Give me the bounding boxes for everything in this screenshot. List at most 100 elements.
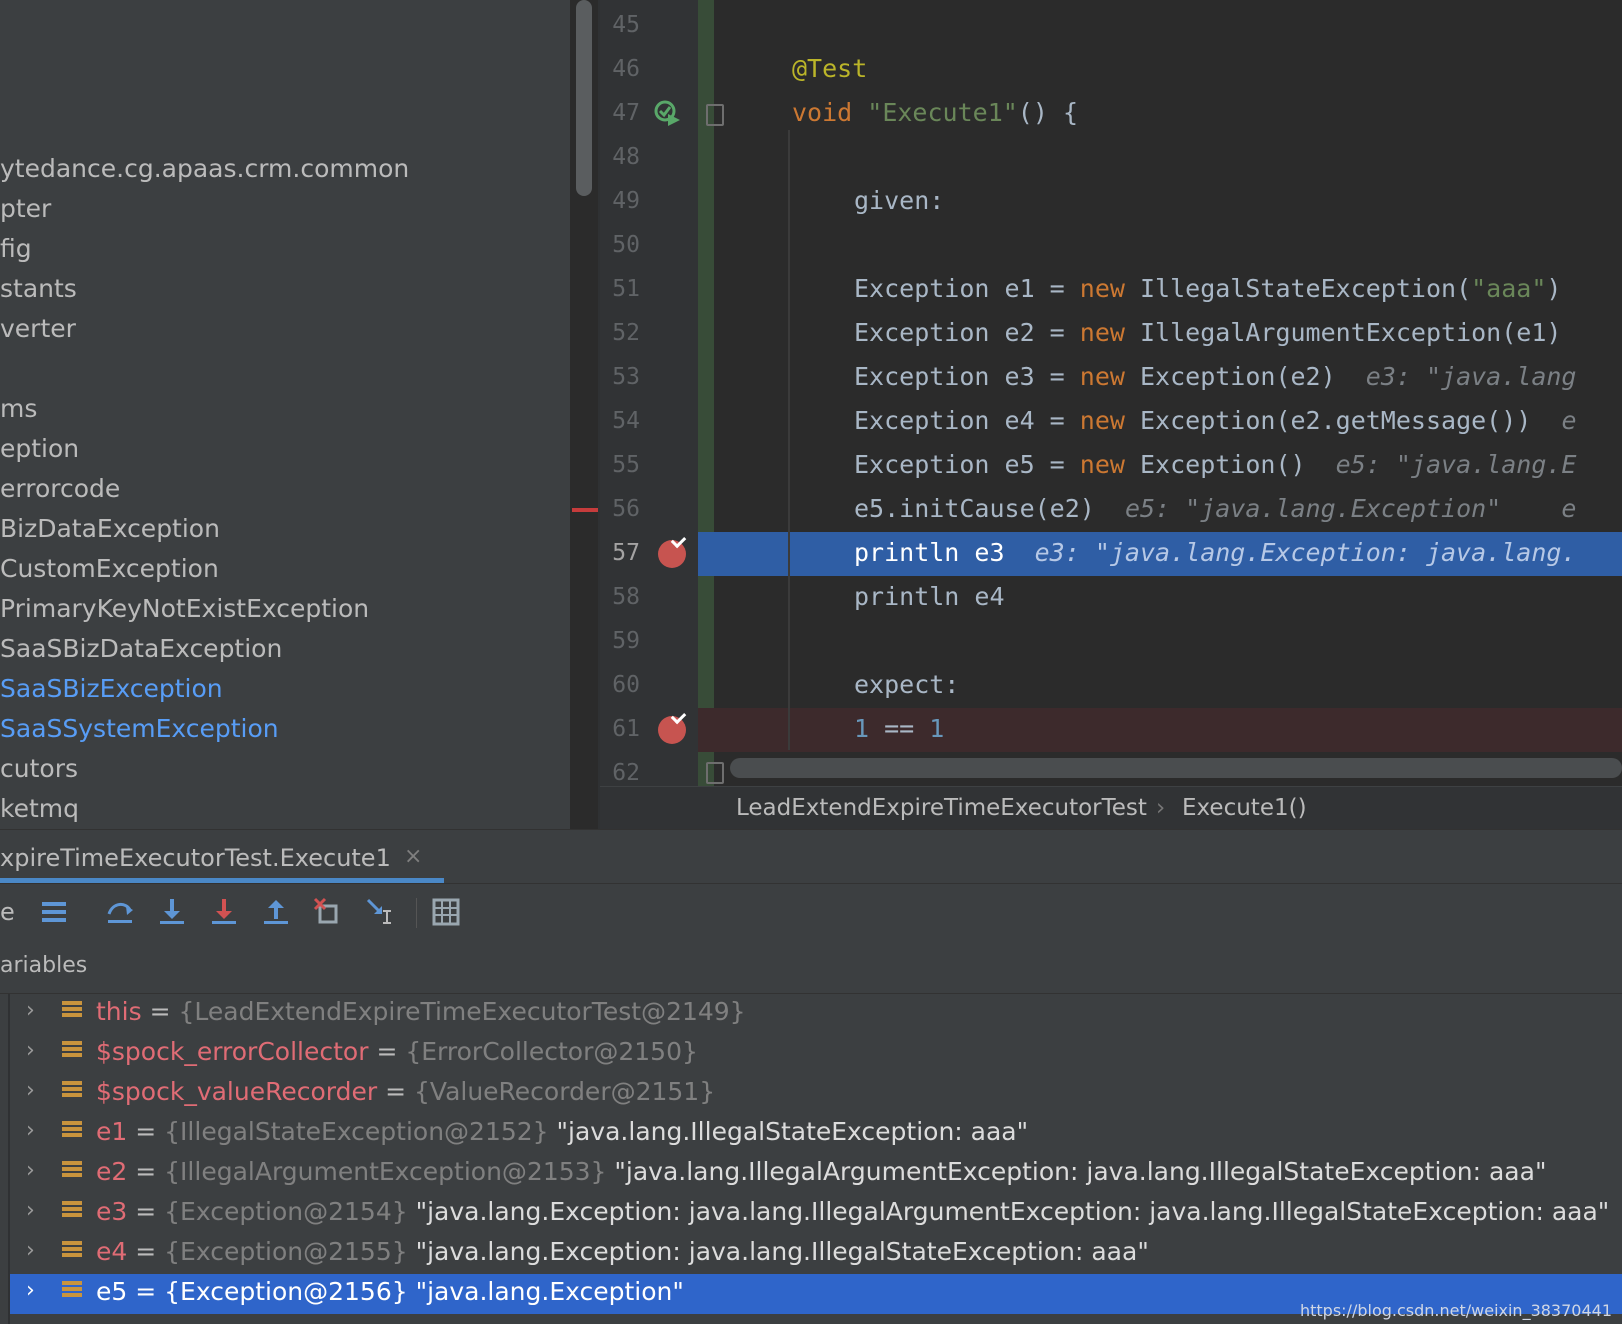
field-icon bbox=[62, 1081, 82, 1103]
chevron-right-icon[interactable]: › bbox=[26, 998, 35, 1023]
line-number[interactable]: 56 bbox=[600, 496, 640, 522]
line-number[interactable]: 48 bbox=[600, 144, 640, 170]
tree-item-package-root[interactable]: ytedance.cg.apaas.crm.common bbox=[0, 154, 409, 183]
error-stripe-marker[interactable] bbox=[572, 508, 598, 512]
variable-row[interactable]: › $spock_valueRecorder = {ValueRecorder@… bbox=[10, 1074, 1622, 1114]
line-number[interactable]: 50 bbox=[600, 232, 640, 258]
chevron-right-icon[interactable]: › bbox=[26, 1118, 35, 1143]
line-number[interactable]: 52 bbox=[600, 320, 640, 346]
code-line-55[interactable]: Exception e5 = new Exception() e5: "java… bbox=[854, 450, 1576, 479]
line-number[interactable]: 53 bbox=[600, 364, 640, 390]
variable-row[interactable]: › e4 = {Exception@2155} "java.lang.Excep… bbox=[10, 1234, 1622, 1274]
fold-icon[interactable] bbox=[706, 762, 724, 784]
breakpoint-icon[interactable] bbox=[658, 540, 686, 568]
tree-item-adapter[interactable]: pter bbox=[0, 194, 51, 223]
code-line-54[interactable]: Exception e4 = new Exception(e2.getMessa… bbox=[854, 406, 1577, 435]
tree-item-config[interactable]: fig bbox=[0, 234, 32, 263]
code-editor[interactable]: 45 46 47 48 49 50 51 52 53 54 55 56 57 5… bbox=[600, 0, 1622, 786]
variable-type: {Exception@2155} bbox=[164, 1237, 408, 1266]
tree-item-executors[interactable]: cutors bbox=[0, 754, 78, 783]
editor-horizontal-scrollbar[interactable] bbox=[730, 758, 1622, 778]
chevron-right-icon[interactable]: › bbox=[26, 1078, 35, 1103]
line-number[interactable]: 49 bbox=[600, 188, 640, 214]
code-line-56[interactable]: e5.initCause(e2) e5: "java.lang.Exceptio… bbox=[854, 494, 1576, 523]
line-number[interactable]: 51 bbox=[600, 276, 640, 302]
code-line-49[interactable]: given: bbox=[854, 186, 944, 215]
variable-value: "java.lang.Exception: java.lang.IllegalA… bbox=[415, 1197, 1610, 1226]
inline-debug-value: e5: "java.lang.E bbox=[1335, 450, 1577, 479]
field-icon bbox=[62, 1241, 82, 1263]
tab-debug-session[interactable]: xpireTimeExecutorTest.Execute1 bbox=[0, 844, 391, 872]
toolbar-truncated-label[interactable]: e bbox=[0, 898, 15, 926]
variable-row[interactable]: › e2 = {IllegalArgumentException@2153} "… bbox=[10, 1154, 1622, 1194]
run-to-cursor-icon[interactable] bbox=[364, 896, 396, 928]
tree-item-primarykeynotexistexception[interactable]: PrimaryKeyNotExistException bbox=[0, 594, 369, 623]
force-step-into-icon[interactable] bbox=[208, 896, 240, 928]
tree-item-errorcode[interactable]: errorcode bbox=[0, 474, 120, 503]
breadcrumb-class[interactable]: LeadExtendExpireTimeExecutorTest bbox=[736, 795, 1147, 821]
code-line-58[interactable]: println e4 bbox=[854, 582, 1005, 611]
fold-icon[interactable] bbox=[706, 104, 724, 126]
line-number[interactable]: 62 bbox=[600, 760, 640, 786]
tree-item-saassystemexception[interactable]: SaaSSystemException bbox=[0, 714, 279, 743]
line-number[interactable]: 45 bbox=[600, 12, 640, 38]
annotation-token: @Test bbox=[792, 54, 868, 83]
tree-item-exception[interactable]: eption bbox=[0, 434, 79, 463]
line-number-current[interactable]: 57 bbox=[600, 540, 640, 566]
line-number[interactable]: 59 bbox=[600, 628, 640, 654]
variable-row[interactable]: › $spock_errorCollector = {ErrorCollecto… bbox=[10, 1034, 1622, 1074]
step-into-icon[interactable] bbox=[156, 896, 188, 928]
code-line-60[interactable]: expect: bbox=[854, 670, 959, 699]
chevron-right-icon[interactable]: › bbox=[26, 1038, 35, 1063]
tree-item-saasbizdataexception[interactable]: SaaSBizDataException bbox=[0, 634, 282, 663]
step-over-icon[interactable] bbox=[104, 896, 136, 928]
code-line-46[interactable]: @Test bbox=[792, 54, 867, 83]
variable-equals: = bbox=[135, 1157, 157, 1186]
tree-item-converter[interactable]: verter bbox=[0, 314, 76, 343]
variable-equals: = bbox=[385, 1077, 407, 1106]
code-line-47[interactable]: void "Execute1"() { bbox=[792, 98, 1078, 127]
line-number[interactable]: 55 bbox=[600, 452, 640, 478]
drop-frame-icon[interactable] bbox=[312, 896, 344, 928]
breadcrumb-method[interactable]: Execute1() bbox=[1182, 795, 1307, 821]
tree-item-constants[interactable]: stants bbox=[0, 274, 77, 303]
project-scrollbar[interactable] bbox=[576, 0, 592, 196]
line-number[interactable]: 47 bbox=[600, 100, 640, 126]
tree-item-bizdataexception[interactable]: BizDataException bbox=[0, 514, 220, 543]
field-icon bbox=[62, 1281, 82, 1303]
close-icon[interactable]: × bbox=[404, 844, 422, 869]
line-number[interactable]: 54 bbox=[600, 408, 640, 434]
code-line-57[interactable]: println e3 e3: "java.lang.Exception: jav… bbox=[854, 538, 1576, 567]
chevron-right-icon[interactable]: › bbox=[26, 1198, 35, 1223]
chevron-right-icon[interactable]: › bbox=[26, 1158, 35, 1183]
line-number[interactable]: 61 bbox=[600, 716, 640, 742]
debug-toolbar: e bbox=[0, 883, 1622, 942]
line-number[interactable]: 60 bbox=[600, 672, 640, 698]
line-number[interactable]: 46 bbox=[600, 56, 640, 82]
variable-row[interactable]: › e3 = {Exception@2154} "java.lang.Excep… bbox=[10, 1194, 1622, 1234]
tree-item-saasbizexception[interactable]: SaaSBizException bbox=[0, 674, 223, 703]
tree-item-rocketmq[interactable]: ketmq bbox=[0, 794, 79, 823]
breadcrumb: LeadExtendExpireTimeExecutorTest › Execu… bbox=[600, 786, 1622, 830]
variable-type: {Exception@2154} bbox=[164, 1197, 408, 1226]
tree-item-customexception[interactable]: CustomException bbox=[0, 554, 219, 583]
code-line-51[interactable]: Exception e1 = new IllegalStateException… bbox=[854, 274, 1561, 303]
breakpoint-icon[interactable] bbox=[658, 716, 686, 744]
code-line-53[interactable]: Exception e3 = new Exception(e2) e3: "ja… bbox=[854, 362, 1576, 391]
show-execution-point-icon[interactable] bbox=[38, 896, 70, 928]
variable-value: "java.lang.Exception" bbox=[415, 1277, 684, 1306]
project-tree-panel: ytedance.cg.apaas.crm.common pter fig st… bbox=[0, 0, 570, 829]
run-test-icon[interactable] bbox=[654, 100, 680, 126]
chevron-right-icon[interactable]: › bbox=[26, 1238, 35, 1263]
tree-item-enums[interactable]: ms bbox=[0, 394, 37, 423]
watermark-text: https://blog.csdn.net/weixin_38370441 bbox=[1299, 1301, 1612, 1320]
evaluate-expression-icon[interactable] bbox=[430, 896, 462, 928]
variable-row[interactable]: › this = {LeadExtendExpireTimeExecutorTe… bbox=[10, 994, 1622, 1034]
line-number[interactable]: 58 bbox=[600, 584, 640, 610]
code-line-61[interactable]: 1 == 1 bbox=[854, 714, 944, 743]
variable-row[interactable]: › e1 = {IllegalStateException@2152} "jav… bbox=[10, 1114, 1622, 1154]
code-line-52[interactable]: Exception e2 = new IllegalArgumentExcept… bbox=[854, 318, 1561, 347]
variables-tree[interactable]: › this = {LeadExtendExpireTimeExecutorTe… bbox=[0, 994, 1622, 1324]
chevron-right-icon[interactable]: › bbox=[26, 1278, 35, 1303]
step-out-icon[interactable] bbox=[260, 896, 292, 928]
